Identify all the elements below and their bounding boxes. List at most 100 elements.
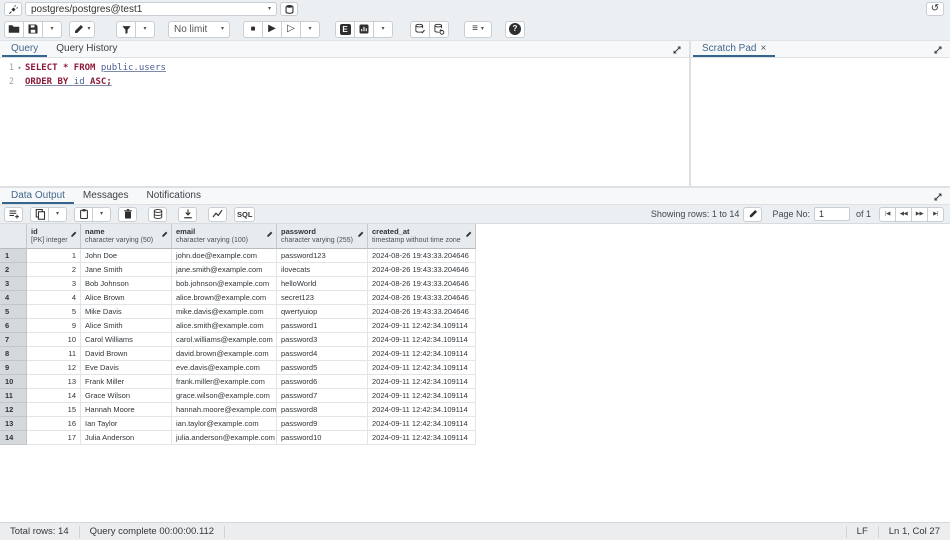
cell[interactable]: Frank Miller xyxy=(81,375,172,389)
cell[interactable]: password123 xyxy=(277,249,368,263)
row-number[interactable]: 14 xyxy=(0,431,27,445)
new-connection-button[interactable] xyxy=(280,2,298,16)
connection-select[interactable]: postgres/postgres@test1 ▾ xyxy=(25,2,277,16)
save-file-button[interactable] xyxy=(23,21,43,38)
cell[interactable]: 2024-08-26 19:43:33.204646 xyxy=(368,305,476,319)
cell[interactable]: 2024-08-26 19:43:33.204646 xyxy=(368,249,476,263)
filter-button[interactable] xyxy=(116,21,136,38)
cell[interactable]: Julia Anderson xyxy=(81,431,172,445)
copy-options-button[interactable]: ▾ xyxy=(48,207,67,222)
cell[interactable]: 2024-08-26 19:43:33.204646 xyxy=(368,291,476,305)
cell[interactable]: 17 xyxy=(27,431,81,445)
expand-query-panel-button[interactable] xyxy=(671,44,683,56)
open-file-button[interactable] xyxy=(4,21,24,38)
help-button[interactable]: ? xyxy=(505,21,525,38)
execute-options-button[interactable]: ▾ xyxy=(300,21,320,38)
cell[interactable]: 13 xyxy=(27,375,81,389)
cell[interactable]: john.doe@example.com xyxy=(172,249,277,263)
cell[interactable]: 15 xyxy=(27,403,81,417)
column-header-password[interactable]: passwordcharacter varying (255) xyxy=(277,224,368,249)
cell[interactable]: 2024-09-11 12:42:34.109114 xyxy=(368,389,476,403)
tab-data-output[interactable]: Data Output xyxy=(2,188,74,204)
sql-button[interactable]: SQL xyxy=(234,207,255,222)
row-number[interactable]: 1 xyxy=(0,249,27,263)
cell[interactable]: 11 xyxy=(27,347,81,361)
cell[interactable]: Grace Wilson xyxy=(81,389,172,403)
next-page-button[interactable]: ▶▶ xyxy=(911,207,928,222)
cell[interactable]: 14 xyxy=(27,389,81,403)
row-number[interactable]: 11 xyxy=(0,389,27,403)
expand-output-panel-button[interactable] xyxy=(932,191,944,203)
column-header-id[interactable]: id[PK] integer xyxy=(27,224,81,249)
edit-button[interactable]: ▾ xyxy=(69,21,95,38)
row-number[interactable]: 4 xyxy=(0,291,27,305)
cell[interactable]: 9 xyxy=(27,319,81,333)
graph-visualiser-button[interactable] xyxy=(208,207,227,222)
cell[interactable]: david.brown@example.com xyxy=(172,347,277,361)
cell[interactable]: 2024-09-11 12:42:34.109114 xyxy=(368,417,476,431)
cell[interactable]: 2024-09-11 12:42:34.109114 xyxy=(368,333,476,347)
code-line[interactable]: 1▾SELECT * FROM public.users xyxy=(0,61,689,75)
execute-button[interactable]: ▶ xyxy=(262,21,282,38)
explain-options-button[interactable]: ▾ xyxy=(373,21,393,38)
cell[interactable]: secret123 xyxy=(277,291,368,305)
paste-button[interactable] xyxy=(74,207,93,222)
cancel-query-button[interactable]: ■ xyxy=(243,21,263,38)
paste-options-button[interactable]: ▾ xyxy=(92,207,111,222)
cell[interactable]: 2024-08-26 19:43:33.204646 xyxy=(368,277,476,291)
cell[interactable]: 4 xyxy=(27,291,81,305)
cell[interactable]: password9 xyxy=(277,417,368,431)
edit-column-icon[interactable] xyxy=(465,231,472,238)
cell[interactable]: 2024-09-11 12:42:34.109114 xyxy=(368,347,476,361)
edit-column-icon[interactable] xyxy=(161,231,168,238)
save-data-changes-button[interactable] xyxy=(148,207,167,222)
cell[interactable]: password6 xyxy=(277,375,368,389)
explain-button[interactable]: E xyxy=(335,21,355,38)
execute-script-button[interactable]: ▷ xyxy=(281,21,301,38)
cell[interactable]: 16 xyxy=(27,417,81,431)
cell[interactable]: 5 xyxy=(27,305,81,319)
sql-editor[interactable]: 1▾SELECT * FROM public.users2ORDER BY id… xyxy=(0,58,689,89)
save-options-button[interactable]: ▾ xyxy=(42,21,62,38)
cell[interactable]: alice.brown@example.com xyxy=(172,291,277,305)
filter-options-button[interactable]: ▾ xyxy=(135,21,155,38)
cell[interactable]: 2024-09-11 12:42:34.109114 xyxy=(368,361,476,375)
cell[interactable]: Eve Davis xyxy=(81,361,172,375)
cell[interactable]: David Brown xyxy=(81,347,172,361)
edit-column-icon[interactable] xyxy=(357,231,364,238)
cell[interactable]: 2024-09-11 12:42:34.109114 xyxy=(368,403,476,417)
cell[interactable]: 2024-09-11 12:42:34.109114 xyxy=(368,319,476,333)
cell[interactable]: 3 xyxy=(27,277,81,291)
cell[interactable]: hannah.moore@example.com xyxy=(172,403,277,417)
cell[interactable]: password1 xyxy=(277,319,368,333)
edit-column-icon[interactable] xyxy=(266,231,273,238)
row-number[interactable]: 2 xyxy=(0,263,27,277)
connection-status-button[interactable] xyxy=(4,2,22,16)
explain-analyze-button[interactable] xyxy=(354,21,374,38)
cell[interactable]: 10 xyxy=(27,333,81,347)
cell[interactable]: Alice Brown xyxy=(81,291,172,305)
edit-range-button[interactable] xyxy=(743,207,762,222)
cell[interactable]: bob.johnson@example.com xyxy=(172,277,277,291)
edit-column-icon[interactable] xyxy=(70,231,77,238)
cell[interactable]: eve.davis@example.com xyxy=(172,361,277,375)
tab-query[interactable]: Query xyxy=(2,41,47,57)
cell[interactable]: John Doe xyxy=(81,249,172,263)
cell[interactable]: password10 xyxy=(277,431,368,445)
row-number[interactable]: 7 xyxy=(0,333,27,347)
last-page-button[interactable]: ▶| xyxy=(927,207,944,222)
tab-query-history[interactable]: Query History xyxy=(47,41,126,57)
cell[interactable]: password7 xyxy=(277,389,368,403)
row-number[interactable]: 13 xyxy=(0,417,27,431)
commit-button[interactable] xyxy=(410,21,430,38)
cell[interactable]: helloWorld xyxy=(277,277,368,291)
column-header-email[interactable]: emailcharacter varying (100) xyxy=(172,224,277,249)
cell[interactable]: qwertyuiop xyxy=(277,305,368,319)
column-header-name[interactable]: namecharacter varying (50) xyxy=(81,224,172,249)
restore-layout-button[interactable]: ↺ xyxy=(926,2,944,16)
cell[interactable]: jane.smith@example.com xyxy=(172,263,277,277)
row-number[interactable]: 8 xyxy=(0,347,27,361)
page-number-input[interactable] xyxy=(814,207,850,221)
cell[interactable]: ian.taylor@example.com xyxy=(172,417,277,431)
row-number[interactable]: 12 xyxy=(0,403,27,417)
